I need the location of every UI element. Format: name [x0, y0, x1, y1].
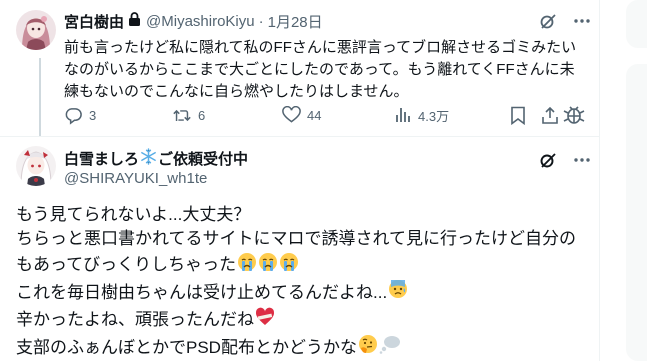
views-icon — [396, 108, 410, 122]
view-count: 4.3万 — [418, 108, 450, 124]
thread-line — [39, 58, 41, 136]
retweet-count: 6 — [198, 107, 206, 123]
like-count: 44 — [307, 107, 322, 123]
tweet-line: なのがいるからここまで大ごとにしたのであって。もう離れてくFFさんに未 — [64, 61, 575, 78]
tweet-top-icons — [538, 150, 592, 175]
display-name[interactable]: 白雪ましろ — [64, 148, 139, 169]
lock-icon — [127, 11, 142, 31]
tweet-text: 前も言ったけど私に隠れて私のFFさんに悪評言ってブロ解させるゴミみたい なのがい… — [64, 37, 584, 103]
tweet-line-text: もあってびっくりしちゃった — [16, 255, 237, 275]
reply-icon — [65, 107, 82, 125]
crying-emoji — [279, 252, 299, 279]
divider — [0, 136, 599, 137]
tweet-line: もう見てられないよ...大丈夫？ — [16, 203, 591, 227]
crying-emoji — [258, 252, 278, 279]
retweet-icon — [173, 109, 191, 121]
retweet-button[interactable]: 6 — [172, 104, 205, 126]
right-sidebar — [626, 0, 647, 361]
thinking-emoji — [358, 334, 378, 361]
tweet-text: もう見てられないよ...大丈夫？ ちらっと悪口書かれてるサイトにマロで誘導されて… — [16, 203, 591, 361]
thought-balloon-emoji — [379, 334, 401, 361]
anxious-emoji — [388, 279, 408, 306]
reply-button[interactable]: 3 — [64, 104, 96, 126]
avatar[interactable] — [16, 146, 56, 186]
tweet-line-text: 支部のふぁんぼとかでPSD配布とかどうかな — [16, 337, 357, 357]
tweet-header: 宮白樹由 @MiyashiroKiyu · 1月28日 — [64, 11, 323, 31]
grok-icon[interactable] — [538, 150, 558, 175]
tweet-line: 前も言ったけど私に隠れて私のFFさんに悪評言ってブロ解させるゴミみたい — [64, 39, 577, 56]
reply-count: 3 — [89, 107, 97, 123]
sidebar-card — [626, 0, 647, 48]
views-button[interactable]: 4.3万 — [394, 104, 449, 126]
avatar[interactable] — [16, 10, 56, 50]
bookmark-icon — [511, 106, 525, 125]
like-icon — [282, 106, 301, 123]
extension-button[interactable] — [562, 104, 586, 126]
tweet-line-text: ちらっと悪口書かれてるサイトにマロで誘導されて見に行ったけど自分の — [16, 229, 576, 249]
tweet-line-text: もう見てられないよ...大丈夫？ — [16, 205, 251, 224]
bookmark-button[interactable] — [510, 104, 526, 126]
column-border — [599, 0, 600, 361]
tweet-actions: 3 6 44 4.3万 — [64, 104, 586, 126]
more-icon[interactable] — [572, 150, 592, 175]
tweet-line: これを毎日樹由ちゃんは受け止めてるんだよね... — [16, 279, 591, 306]
tweet-line: 支部のふぁんぼとかでPSD配布とかどうかな — [16, 334, 591, 361]
display-name[interactable]: 宮白樹由 — [64, 11, 124, 32]
mending-heart-emoji — [255, 307, 275, 334]
like-button[interactable]: 44 — [282, 104, 321, 126]
share-icon — [542, 106, 558, 124]
crying-emoji — [237, 252, 257, 279]
snowflake-icon — [140, 148, 157, 169]
share-button[interactable] — [541, 104, 559, 126]
tweet-line: ちらっと悪口書かれてるサイトにマロで誘導されて見に行ったけど自分の — [16, 227, 591, 251]
handle[interactable]: @MiyashiroKiyu — [146, 13, 255, 30]
timestamp[interactable]: 1月28日 — [268, 11, 323, 32]
separator: · — [258, 12, 264, 30]
tweet-line: 練もないのでこんなに自ら燃やしたりはしません。 — [64, 83, 409, 100]
tweet-top-icons — [538, 11, 592, 36]
tweet-line: もあってびっくりしちゃった — [16, 252, 591, 279]
handle[interactable]: @SHIRAYUKI_wh1te — [64, 170, 207, 187]
more-icon[interactable] — [572, 11, 592, 36]
tweet-line: 辛かったよね、頑張ったんだね — [16, 307, 591, 334]
timeline: 宮白樹由 @MiyashiroKiyu · 1月28日 前も言ったけど私に隠れて… — [0, 0, 599, 361]
tweet-header: 白雪ましろ ご依頼受付中 — [64, 148, 248, 169]
grok-icon[interactable] — [538, 11, 558, 36]
bug-icon — [563, 106, 585, 124]
display-name-suffix: ご依頼受付中 — [158, 151, 249, 168]
tweet-line-text: これを毎日樹由ちゃんは受け止めてるんだよね... — [16, 282, 388, 302]
sidebar-card — [626, 64, 647, 361]
tweet-line-text: 辛かったよね、頑張ったんだね — [16, 310, 254, 330]
